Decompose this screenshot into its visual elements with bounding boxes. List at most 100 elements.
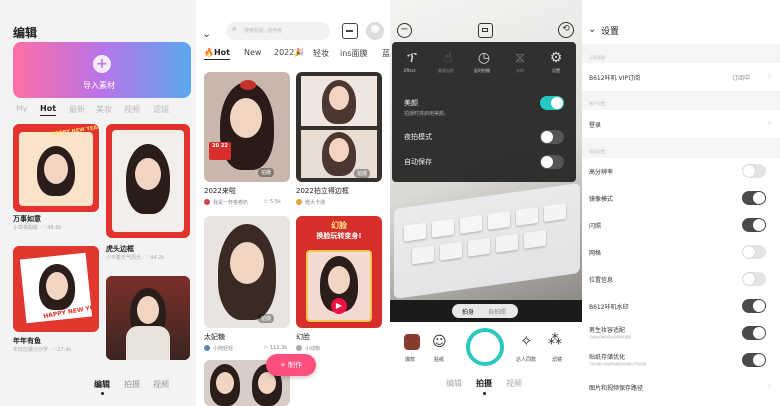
- row-label: 网格: [589, 250, 602, 257]
- beauty-toggle[interactable]: [540, 96, 564, 110]
- night-mode-toggle[interactable]: [540, 130, 564, 144]
- create-button[interactable]: + 制作: [266, 354, 316, 376]
- row-sublabel: 下载次数少的贴纸将被自动清除以节省空间: [589, 362, 647, 366]
- category-tabs: My Hot 最新 美妆 视频 滤镜: [0, 104, 196, 120]
- active-dot: [483, 392, 486, 395]
- camera-panel: − ⟲ ፕ Effect ☝ 美颜自拍 ◷ 延时拍摄 ⧖ 计时 ⚙ 设置 美颜 …: [390, 0, 582, 406]
- flip-camera-icon[interactable]: ⟲: [558, 22, 574, 38]
- gear-icon[interactable]: ⚙: [544, 50, 568, 66]
- effect-icon[interactable]: ፕ: [400, 50, 424, 66]
- male-makeup-toggle[interactable]: [742, 326, 766, 340]
- mirror-mode-toggle[interactable]: [742, 191, 766, 205]
- effect-label: Effect: [404, 68, 416, 73]
- item-title: 2022拍立得边框: [296, 187, 349, 195]
- shoot-badge: 拍摄: [258, 314, 275, 323]
- timer-icon[interactable]: ⧖: [508, 50, 532, 66]
- creator-name: 我是一杯卷卷奶: [213, 200, 249, 206]
- likes-count: 5.5k: [270, 199, 281, 205]
- filter-icon[interactable]: ⁂: [548, 332, 562, 348]
- auto-save-toggle[interactable]: [540, 155, 564, 169]
- plus-icon: +: [93, 55, 111, 73]
- sticker-card-4[interactable]: 幻脸 换脸玩转变身! ▶: [296, 216, 382, 328]
- sticker-card-1[interactable]: HAPPY NEW YEAR: [13, 124, 99, 212]
- face: [135, 158, 161, 190]
- touch-icon[interactable]: ☝: [436, 50, 460, 66]
- face: [46, 272, 68, 300]
- save-path-row[interactable]: 图片和视频保存路径 ›: [582, 374, 780, 398]
- trending-thumb-icon[interactable]: [404, 334, 420, 350]
- row-label: B612咔叽水印: [589, 304, 629, 311]
- timer-label: 计时: [516, 68, 524, 73]
- sticker-card-2[interactable]: [106, 124, 190, 238]
- sticker-card-1[interactable]: 20 22 拍摄: [204, 72, 290, 182]
- mode-selfie[interactable]: 自拍照: [488, 307, 506, 316]
- nav-edit[interactable]: 编辑: [94, 379, 110, 390]
- row-label: 图片和视频保存路径: [589, 385, 644, 392]
- chevron-down-icon[interactable]: ⌄: [202, 27, 211, 40]
- nav-shoot[interactable]: 拍摄: [476, 378, 492, 389]
- chevron-down-icon[interactable]: ⌄: [588, 24, 596, 35]
- sticker-smile-icon[interactable]: ☺: [432, 334, 447, 350]
- page-title: 编辑: [13, 26, 38, 40]
- nav-video[interactable]: 视频: [506, 378, 522, 389]
- row-label: 位置信息: [589, 277, 614, 284]
- location-toggle[interactable]: [742, 272, 766, 286]
- vip-subscription-row[interactable]: B612咔叽 VIP订阅 订阅中 ›: [582, 63, 780, 91]
- category-tabs: 🔥Hot New 2022🎉 轻妆 ins面膜 蓝: [196, 46, 390, 64]
- tab-ins-mask[interactable]: ins面膜: [340, 48, 367, 59]
- sticker-storage-row: 贴纸存储优化 下载次数少的贴纸将被自动清除以节省空间: [582, 347, 780, 371]
- tab-2022[interactable]: 2022🎉: [274, 48, 304, 57]
- active-dot: [101, 392, 104, 395]
- sticker-card-3[interactable]: 拍摄: [204, 216, 290, 328]
- tab-hot[interactable]: Hot: [40, 104, 57, 116]
- tab-my[interactable]: My: [16, 104, 28, 113]
- row-label: B612咔叽 VIP订阅: [589, 75, 640, 82]
- tab-video[interactable]: 视频: [124, 104, 140, 115]
- grid-toggle[interactable]: [742, 245, 766, 259]
- avatar[interactable]: [366, 22, 384, 40]
- face: [137, 296, 159, 324]
- row-sublabel: 开启后系统将自动识别男性面部: [589, 335, 632, 339]
- shoot-badge: 拍摄: [258, 168, 275, 177]
- creator-avatar: [204, 199, 210, 205]
- search-input[interactable]: ⌕ 搜索贴纸, 创作者: [226, 22, 330, 40]
- star-icon: ☆: [263, 198, 269, 205]
- tab-filter[interactable]: 滤镜: [153, 104, 169, 115]
- login-row[interactable]: 登录 ›: [582, 110, 780, 138]
- tab-new[interactable]: 最新: [69, 104, 85, 115]
- tab-light-makeup[interactable]: 轻妆: [313, 48, 329, 59]
- nav-video[interactable]: 视频: [153, 379, 169, 390]
- chevron-right-icon: ›: [768, 71, 772, 80]
- item-meta: 年廷应援沙沙罗 · ♡27.4k: [13, 347, 72, 353]
- watermark-toggle[interactable]: [742, 299, 766, 313]
- settings-header: [582, 0, 780, 44]
- import-media-button[interactable]: + 导入素材: [13, 42, 191, 98]
- tab-more[interactable]: 蓝: [382, 48, 390, 59]
- page-title: 设置: [601, 27, 620, 37]
- mode-photo[interactable]: 拍身: [462, 307, 474, 316]
- sticker-card-3[interactable]: HAPPY NEW YEAR: [13, 246, 99, 332]
- creator-avatar: [204, 345, 210, 351]
- flash-toggle[interactable]: [742, 218, 766, 232]
- nav-edit[interactable]: 编辑: [446, 378, 462, 389]
- sticker-card-4[interactable]: [106, 276, 190, 360]
- face: [230, 242, 264, 284]
- tab-makeup[interactable]: 美妆: [96, 104, 112, 115]
- edit-panel: 编辑 + 导入素材 My Hot 最新 美妆 视频 滤镜 HAPPY NEW Y…: [0, 0, 196, 406]
- nav-shoot[interactable]: 拍摄: [124, 379, 140, 390]
- sparkle-icon[interactable]: ✧: [520, 332, 533, 350]
- timelapse-icon[interactable]: ◷: [472, 50, 496, 66]
- minus-circle-icon[interactable]: −: [397, 23, 412, 38]
- shutter-button[interactable]: [466, 328, 504, 366]
- tab-hot[interactable]: 🔥Hot: [204, 48, 230, 60]
- aspect-ratio-icon[interactable]: [478, 23, 493, 38]
- sticker-storage-toggle[interactable]: [742, 353, 766, 367]
- beauty-label: 美颜: [404, 99, 418, 107]
- search-placeholder: 搜索贴纸, 创作者: [244, 28, 283, 34]
- sticker-card-2[interactable]: 拍摄: [296, 72, 382, 182]
- mirror-mode-row: 镜像模式: [582, 185, 780, 209]
- scan-icon[interactable]: [342, 23, 358, 39]
- high-resolution-toggle[interactable]: [742, 164, 766, 178]
- search-icon: ⌕: [232, 24, 238, 34]
- tab-new[interactable]: New: [244, 48, 261, 57]
